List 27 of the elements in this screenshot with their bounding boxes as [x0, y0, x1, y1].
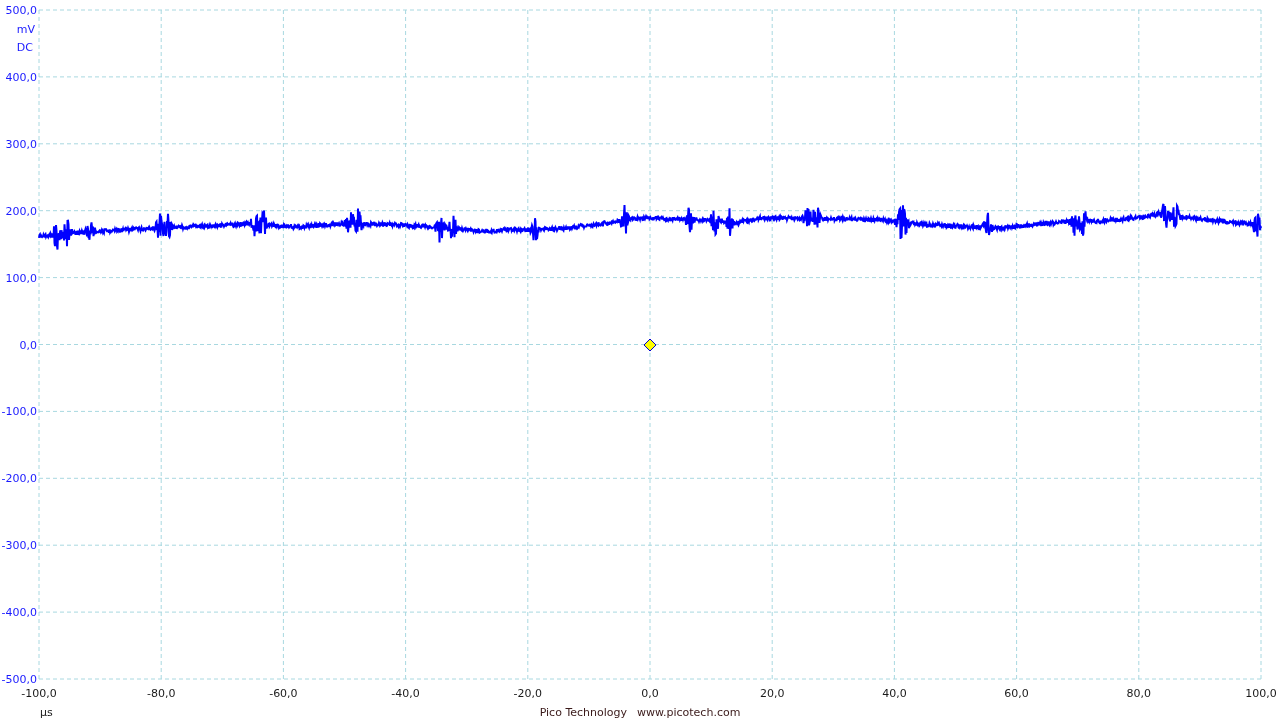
- x-axis-label: 80,0: [1126, 687, 1152, 700]
- y-axis-label: 0,0: [19, 338, 37, 352]
- x-axis-label: -80,0: [146, 687, 176, 700]
- y-axis-label: 300,0: [5, 137, 37, 151]
- y-axis-label: -300,0: [1, 539, 37, 553]
- y-axis-label: 500,0: [5, 4, 37, 17]
- trigger-marker-icon[interactable]: [643, 338, 657, 352]
- y-axis-label: 200,0: [5, 204, 37, 218]
- y-axis-label: -200,0: [1, 472, 37, 486]
- x-axis-label: -60,0: [269, 687, 298, 700]
- x-axis-label: -40,0: [391, 687, 420, 700]
- x-axis-label: 100,0: [1245, 687, 1277, 700]
- y-axis-label: -500,0: [1, 673, 37, 686]
- x-axis-label: -100,0: [21, 687, 57, 700]
- y-axis-label: -400,0: [1, 606, 37, 620]
- y-axis-label: 100,0: [5, 271, 37, 285]
- x-axis-unit: µs: [40, 706, 53, 719]
- y-axis-label: 400,0: [5, 70, 37, 84]
- x-axis-label: 0,0: [641, 687, 659, 700]
- y-axis-label: -100,0: [1, 405, 37, 419]
- x-axis-label: 20,0: [759, 687, 785, 700]
- y-axis-unit: mV: [16, 23, 35, 36]
- x-axis-label: 60,0: [1004, 687, 1029, 700]
- company-name: Pico Technology: [539, 706, 627, 719]
- x-axis-label: 40,0: [882, 687, 907, 700]
- x-axis-label: -20,0: [513, 687, 543, 700]
- coupling-label: DC: [16, 41, 33, 54]
